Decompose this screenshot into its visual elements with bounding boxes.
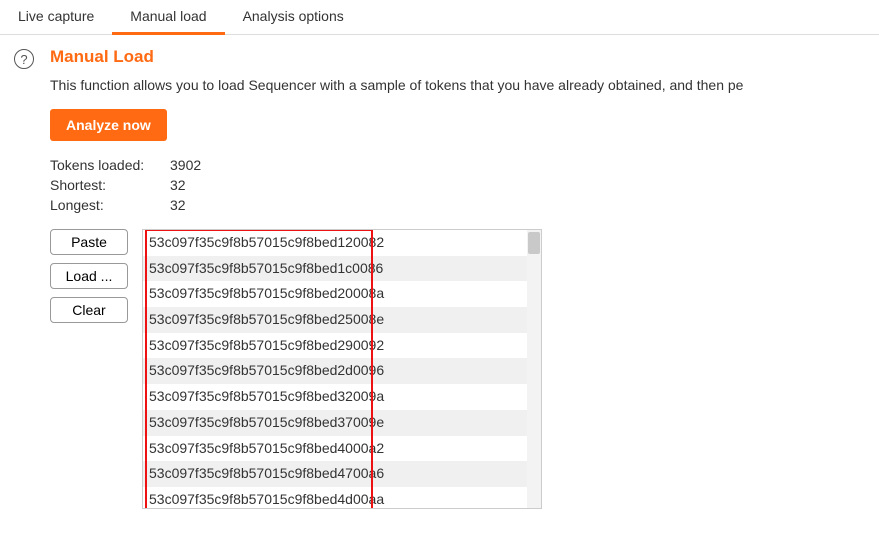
paste-button[interactable]: Paste [50,229,128,255]
tab-live-capture[interactable]: Live capture [0,0,112,34]
tokens-loaded-value: 3902 [170,157,201,173]
longest-value: 32 [170,197,186,213]
token-row[interactable]: 53c097f35c9f8b57015c9f8bed1c0086 [143,256,541,282]
scrollbar[interactable] [527,230,541,508]
help-icon[interactable]: ? [14,49,34,69]
token-row[interactable]: 53c097f35c9f8b57015c9f8bed4000a2 [143,436,541,462]
shortest-label: Shortest: [50,177,170,193]
analyze-now-button[interactable]: Analyze now [50,109,167,141]
token-row[interactable]: 53c097f35c9f8b57015c9f8bed4700a6 [143,461,541,487]
stats-block: Tokens loaded: 3902 Shortest: 32 Longest… [50,157,879,213]
tokens-loaded-label: Tokens loaded: [50,157,170,173]
longest-label: Longest: [50,197,170,213]
token-row[interactable]: 53c097f35c9f8b57015c9f8bed2d0096 [143,358,541,384]
side-buttons: Paste Load ... Clear [50,229,128,323]
section-title: Manual Load [50,47,879,67]
scrollbar-thumb[interactable] [528,232,540,254]
token-row[interactable]: 53c097f35c9f8b57015c9f8bed4d00aa [143,487,541,509]
token-row[interactable]: 53c097f35c9f8b57015c9f8bed120082 [143,230,541,256]
load-area: Paste Load ... Clear 53c097f35c9f8b57015… [50,229,879,509]
clear-button[interactable]: Clear [50,297,128,323]
token-row[interactable]: 53c097f35c9f8b57015c9f8bed37009e [143,410,541,436]
token-list[interactable]: 53c097f35c9f8b57015c9f8bed120082 53c097f… [142,229,542,509]
tab-manual-load[interactable]: Manual load [112,0,224,34]
token-row[interactable]: 53c097f35c9f8b57015c9f8bed32009a [143,384,541,410]
token-row[interactable]: 53c097f35c9f8b57015c9f8bed25008e [143,307,541,333]
tab-analysis-options[interactable]: Analysis options [225,0,362,34]
shortest-value: 32 [170,177,186,193]
tab-bar: Live capture Manual load Analysis option… [0,0,879,35]
manual-load-panel: ? Manual Load This function allows you t… [0,35,879,509]
token-row[interactable]: 53c097f35c9f8b57015c9f8bed290092 [143,333,541,359]
section-description: This function allows you to load Sequenc… [50,77,879,93]
load-button[interactable]: Load ... [50,263,128,289]
token-row[interactable]: 53c097f35c9f8b57015c9f8bed20008a [143,281,541,307]
